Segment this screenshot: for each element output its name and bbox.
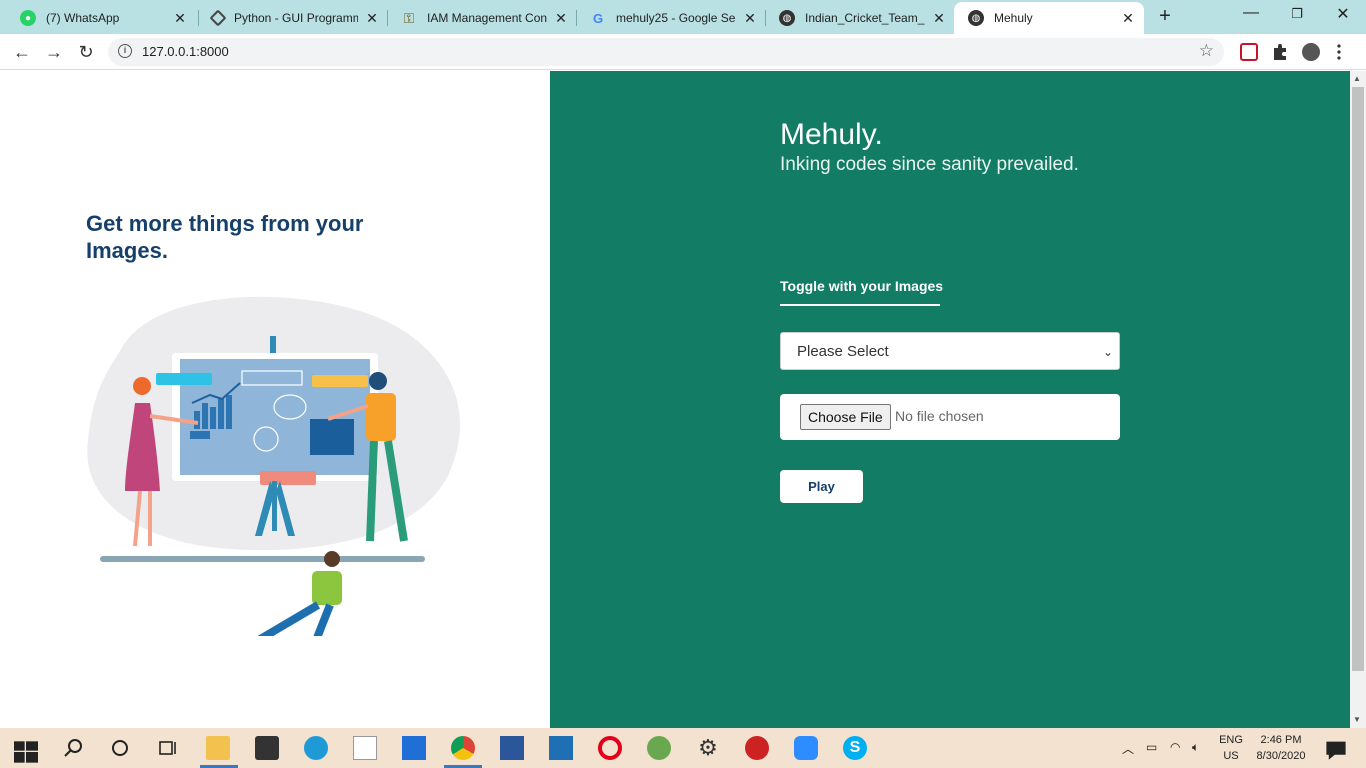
language-indicator[interactable]: ENG US bbox=[1216, 732, 1246, 764]
key-icon: ⚿ bbox=[403, 9, 415, 26]
minimize-icon[interactable]: — bbox=[1236, 4, 1266, 22]
cortana-icon[interactable] bbox=[108, 736, 132, 760]
forward-arrow-icon[interactable]: → bbox=[42, 40, 66, 64]
pocket-extension-icon[interactable] bbox=[1240, 43, 1258, 61]
whatsapp-icon: ● bbox=[20, 10, 36, 26]
task-view-icon[interactable] bbox=[156, 736, 180, 760]
skype-icon[interactable]: S bbox=[843, 736, 867, 760]
close-tab-icon[interactable]: ✕ bbox=[742, 10, 758, 27]
puzzle-extensions-icon[interactable] bbox=[1271, 43, 1289, 61]
tab-indian-cricket[interactable]: ◍ Indian_Cricket_Team_7C ✕ bbox=[765, 2, 955, 34]
chevron-down-icon: ⌄ bbox=[1102, 345, 1113, 359]
windows-taskbar: ⚙ S ︿ ▭ ◠ 🔈︎ ENG US 2:46 PM 8/30/2020 bbox=[0, 728, 1366, 768]
search-icon[interactable] bbox=[62, 736, 86, 760]
store-icon[interactable] bbox=[255, 736, 279, 760]
tab-mehuly[interactable]: ◍ Mehuly ✕ bbox=[954, 2, 1144, 34]
browser-tab-strip: ● (7) WhatsApp ✕ Python - GUI Programm ✕… bbox=[0, 0, 1366, 34]
section-title: Toggle with your Images bbox=[780, 278, 944, 294]
word-icon[interactable] bbox=[500, 736, 524, 760]
page-headline: Get more things from your Images. bbox=[86, 211, 364, 263]
section-underline bbox=[780, 304, 940, 306]
edge-icon[interactable] bbox=[304, 736, 328, 760]
scroll-up-arrow-icon[interactable]: ▲ bbox=[1353, 74, 1361, 83]
language-code: ENG bbox=[1219, 734, 1243, 746]
menu-kebab-icon[interactable] bbox=[1336, 43, 1342, 61]
clock-time: 2:46 PM bbox=[1260, 734, 1302, 746]
clock-date: 8/30/2020 bbox=[1256, 750, 1306, 762]
close-tab-icon[interactable]: ✕ bbox=[931, 10, 947, 27]
anaconda-icon[interactable] bbox=[647, 736, 671, 760]
system-clock[interactable]: 2:46 PM 8/30/2020 bbox=[1252, 732, 1310, 764]
restore-icon[interactable]: ❐ bbox=[1282, 6, 1312, 22]
hero-left-panel: Get more things from your Images. bbox=[0, 71, 550, 728]
reload-icon[interactable]: ↻ bbox=[74, 40, 98, 64]
new-tab-icon[interactable]: + bbox=[1154, 5, 1176, 28]
globe-icon: ◍ bbox=[779, 10, 795, 26]
tab-iam[interactable]: ⚿ IAM Management Cons ✕ bbox=[387, 2, 577, 34]
app-icon[interactable] bbox=[549, 736, 573, 760]
tab-title: Python - GUI Programm bbox=[234, 11, 358, 25]
tab-whatsapp[interactable]: ● (7) WhatsApp ✕ bbox=[6, 2, 196, 34]
scrollbar-thumb[interactable] bbox=[1352, 87, 1364, 671]
choose-file-button[interactable]: Choose File bbox=[800, 404, 891, 430]
windows-start-icon[interactable] bbox=[14, 740, 38, 764]
tab-title: mehuly25 - Google Sea bbox=[616, 11, 736, 25]
battery-icon[interactable]: ▭ bbox=[1146, 740, 1157, 754]
tab-python-gui[interactable]: Python - GUI Programm ✕ bbox=[198, 2, 388, 34]
brand-tagline: Inking codes since sanity prevailed. bbox=[780, 154, 1079, 175]
close-tab-icon[interactable]: ✕ bbox=[364, 10, 380, 27]
tab-title: Mehuly bbox=[994, 11, 1033, 25]
notification-icon[interactable] bbox=[1324, 738, 1348, 762]
info-icon[interactable]: i bbox=[118, 44, 132, 58]
chrome-icon[interactable] bbox=[451, 736, 475, 760]
tab-title: Indian_Cricket_Team_7C bbox=[805, 11, 925, 25]
tab-title: (7) WhatsApp bbox=[46, 11, 120, 25]
volume-icon[interactable]: 🔈︎ bbox=[1192, 740, 1199, 755]
image-operation-select[interactable]: Please Select ⌄ bbox=[780, 332, 1120, 370]
google-icon: G bbox=[592, 10, 604, 26]
close-tab-icon[interactable]: ✕ bbox=[1120, 10, 1136, 27]
zoom-icon[interactable] bbox=[794, 736, 818, 760]
globe-icon: ◍ bbox=[968, 10, 984, 26]
wifi-icon[interactable]: ◠ bbox=[1170, 740, 1180, 754]
play-button[interactable]: Play bbox=[780, 470, 863, 503]
close-tab-icon[interactable]: ✕ bbox=[553, 10, 569, 27]
presentation-illustration bbox=[87, 296, 460, 636]
settings-gear-icon[interactable]: ⚙ bbox=[696, 736, 720, 760]
bookmark-star-icon[interactable]: ☆ bbox=[1199, 41, 1214, 61]
mail-icon[interactable] bbox=[402, 736, 426, 760]
keyboard-region: US bbox=[1223, 750, 1239, 762]
scroll-down-arrow-icon[interactable]: ▼ bbox=[1353, 715, 1361, 724]
page-scrollbar[interactable]: ▲ ▼ bbox=[1350, 71, 1366, 728]
close-tab-icon[interactable]: ✕ bbox=[172, 10, 188, 27]
notepad-icon[interactable] bbox=[353, 736, 377, 760]
address-bar[interactable]: i 127.0.0.1:8000 ☆ bbox=[108, 38, 1224, 66]
app-icon[interactable] bbox=[745, 736, 769, 760]
diamond-icon bbox=[209, 9, 227, 27]
address-url: 127.0.0.1:8000 bbox=[142, 44, 229, 59]
brand-title: Mehuly. bbox=[780, 118, 883, 151]
file-status-text: No file chosen bbox=[895, 408, 984, 424]
opera-icon[interactable] bbox=[598, 736, 622, 760]
profile-avatar[interactable] bbox=[1302, 43, 1320, 61]
file-upload-field[interactable]: Choose File No file chosen bbox=[780, 394, 1120, 440]
select-value: Please Select bbox=[797, 343, 889, 360]
file-explorer-icon[interactable] bbox=[206, 736, 230, 760]
tab-title: IAM Management Cons bbox=[427, 11, 547, 25]
browser-toolbar: ← → ↻ i 127.0.0.1:8000 ☆ bbox=[0, 34, 1366, 70]
close-window-icon[interactable]: ✕ bbox=[1328, 4, 1358, 24]
back-arrow-icon[interactable]: ← bbox=[10, 40, 34, 64]
tray-chevron-up-icon[interactable]: ︿ bbox=[1122, 740, 1134, 757]
tab-google-search[interactable]: G mehuly25 - Google Sea ✕ bbox=[576, 2, 766, 34]
